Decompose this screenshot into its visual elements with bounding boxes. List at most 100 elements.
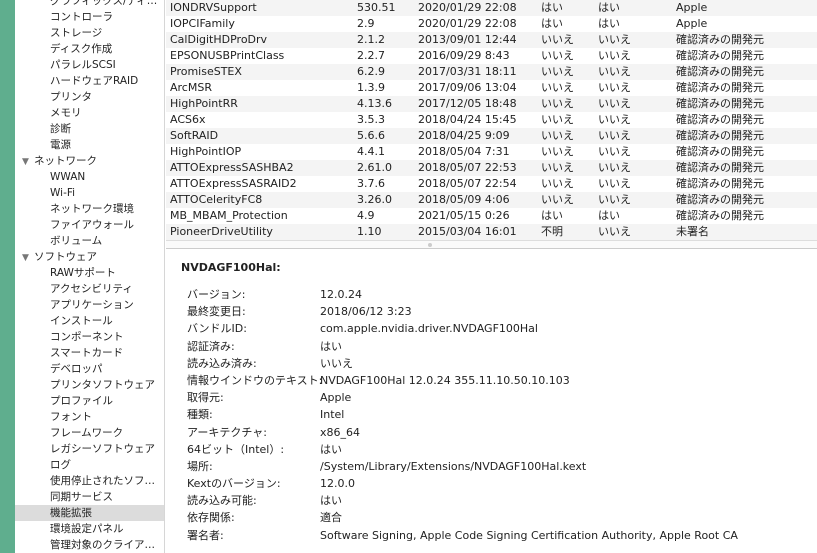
table-cell: いいえ	[598, 113, 631, 126]
detail-title: NVDAGF100Hal:	[181, 261, 281, 274]
sidebar-group[interactable]: ▼ ネットワーク	[15, 153, 164, 169]
sidebar-item[interactable]: プロファイル	[15, 393, 164, 409]
table-row[interactable]: IOPCIFamily 2.9 2020/01/29 22:08 はい はい Apple	[166, 16, 817, 32]
sidebar-item[interactable]: アクセシビリティ	[15, 281, 164, 297]
extensions-table: IONDRVSupport 530.51 2020/01/29 22:08 はい はい A…	[166, 0, 817, 240]
sidebar-item-label: WWAN	[50, 171, 86, 183]
table-cell: いいえ	[541, 49, 574, 62]
sidebar-item[interactable]: 管理対象のクライア…	[15, 537, 164, 553]
sidebar-group[interactable]: ▼ ソフトウェア	[15, 249, 164, 265]
table-cell: CalDigitHDProDrv	[170, 33, 268, 46]
detail-value: Intel	[320, 408, 345, 422]
sidebar-item[interactable]: フレームワーク	[15, 425, 164, 441]
table-row[interactable]: HighPointIOP 4.4.1 2018/05/04 7:31 いいえ いいえ 確認…	[166, 144, 817, 160]
detail-pane: NVDAGF100Hal: バージョン: 12.0.24 最終変更日: 2018/06…	[166, 250, 817, 553]
sidebar-item[interactable]: グラフィックス/ディ…	[15, 0, 164, 9]
sidebar-item-label: フレームワーク	[50, 427, 124, 439]
sidebar-item[interactable]: 機能拡張	[15, 505, 164, 521]
detail-label: 種類:	[187, 408, 213, 422]
sidebar-item-label: プリンタソフトウェア	[50, 379, 155, 391]
sidebar-item[interactable]: 電源	[15, 137, 164, 153]
table-row[interactable]: HighPointRR 4.13.6 2017/12/05 18:48 いいえ いいえ 確…	[166, 96, 817, 112]
table-cell: はい	[541, 1, 563, 14]
sidebar-item[interactable]: Wi-Fi	[15, 185, 164, 201]
sidebar-item[interactable]: スマートカード	[15, 345, 164, 361]
table-row[interactable]: MB_MBAM_Protection 4.9 2021/05/15 0:26 はい はい…	[166, 208, 817, 224]
table-row[interactable]: ATTOExpressSASHBA2 2.61.0 2018/05/07 22:53…	[166, 160, 817, 176]
sidebar-item[interactable]: 環境設定パネル	[15, 521, 164, 537]
table-row[interactable]: CalDigitHDProDrv 2.1.2 2013/09/01 12:44 いいえ…	[166, 32, 817, 48]
sidebar-item[interactable]: 診断	[15, 121, 164, 137]
detail-label: 最終変更日:	[187, 305, 246, 319]
sidebar-item-label: 機能拡張	[50, 507, 92, 519]
sidebar-item[interactable]: 使用停止されたソフ…	[15, 473, 164, 489]
detail-row: 64ビット（Intel）: はい	[187, 441, 807, 458]
sidebar-item[interactable]: ボリューム	[15, 233, 164, 249]
table-cell: 2.9	[357, 17, 375, 30]
sidebar-item[interactable]: ストレージ	[15, 25, 164, 41]
detail-value: NVDAGF100Hal 12.0.24 355.11.10.50.10.103	[320, 373, 570, 387]
sidebar-item[interactable]: パラレルSCSI	[15, 57, 164, 73]
disclosure-triangle-icon[interactable]: ▼	[22, 250, 34, 265]
splitter-handle[interactable]	[428, 243, 432, 247]
sidebar-item[interactable]: インストール	[15, 313, 164, 329]
sidebar-item[interactable]: フォント	[15, 409, 164, 425]
sidebar-item[interactable]: ネットワーク環境	[15, 201, 164, 217]
table-row[interactable]: ATTOCelerityFC8 3.26.0 2018/05/09 4:06 いいえ い…	[166, 192, 817, 208]
sidebar-item[interactable]: RAWサポート	[15, 265, 164, 281]
sidebar-item[interactable]: ファイアウォール	[15, 217, 164, 233]
sidebar-item[interactable]: ハードウェアRAID	[15, 73, 164, 89]
detail-label: 署名者:	[187, 528, 224, 542]
detail-value: 適合	[320, 511, 342, 525]
sidebar-item-label: ソフトウェア	[34, 251, 97, 263]
sidebar-item[interactable]: WWAN	[15, 169, 164, 185]
sidebar-item[interactable]: プリンタ	[15, 89, 164, 105]
sidebar-item-label: RAWサポート	[50, 267, 116, 279]
sidebar-item[interactable]: コントローラ	[15, 9, 164, 25]
table-row[interactable]: ATTOExpressSASRAID2 3.7.6 2018/05/07 22:54…	[166, 176, 817, 192]
table-row[interactable]: ArcMSR 1.3.9 2017/09/06 13:04 いいえ いいえ 確認済みの開発…	[166, 80, 817, 96]
sidebar-item[interactable]: ディスク作成	[15, 41, 164, 57]
detail-value: x86_64	[320, 425, 361, 439]
sidebar-item-label: レガシーソフトウェア	[50, 443, 155, 455]
table-row[interactable]: PioneerDriveUtility 1.10 2015/03/04 16:01 不…	[166, 224, 817, 240]
table-row[interactable]: ACS6x 3.5.3 2018/04/24 15:45 いいえ いいえ 確認済みの開発元	[166, 112, 817, 128]
table-row[interactable]: SoftRAID 5.6.6 2018/04/25 9:09 いいえ いいえ 確認済みの開…	[166, 128, 817, 144]
detail-value: Software Signing, Apple Code Signing Cer…	[320, 528, 738, 542]
sidebar-item-label: コンポーネント	[50, 331, 124, 343]
sidebar-item[interactable]: 同期サービス	[15, 489, 164, 505]
sidebar-item-label: ハードウェアRAID	[50, 75, 139, 87]
sidebar-item[interactable]: コンポーネント	[15, 329, 164, 345]
detail-label: 情報ウインドウのテキスト:	[187, 373, 323, 387]
table-cell: いいえ	[598, 129, 631, 142]
table-cell: いいえ	[598, 225, 631, 238]
table-cell: HighPointRR	[170, 97, 238, 110]
table-cell: 6.2.9	[357, 65, 385, 78]
table-cell: 確認済みの開発元	[676, 65, 764, 78]
sidebar-item-label: 診断	[50, 123, 71, 135]
table-cell: 2017/12/05 18:48	[418, 97, 517, 110]
pane-splitter[interactable]	[166, 240, 817, 249]
table-row[interactable]: PromiseSTEX 6.2.9 2017/03/31 18:11 いいえ いいえ 確認…	[166, 64, 817, 80]
table-cell: PromiseSTEX	[170, 65, 242, 78]
table-cell: いいえ	[541, 177, 574, 190]
sidebar-item[interactable]: デベロッパ	[15, 361, 164, 377]
sidebar-item[interactable]: レガシーソフトウェア	[15, 441, 164, 457]
table-cell: いいえ	[598, 161, 631, 174]
sidebar-item[interactable]: メモリ	[15, 105, 164, 121]
table-cell: 2018/04/24 15:45	[418, 113, 517, 126]
table-cell: SoftRAID	[170, 129, 219, 142]
disclosure-triangle-icon[interactable]: ▼	[22, 154, 34, 169]
table-cell: ACS6x	[170, 113, 206, 126]
sidebar-item[interactable]: ログ	[15, 457, 164, 473]
table-row[interactable]: EPSONUSBPrintClass 2.2.7 2016/09/29 8:43 いい…	[166, 48, 817, 64]
sidebar-item[interactable]: プリンタソフトウェア	[15, 377, 164, 393]
table-cell: 未署名	[676, 225, 709, 238]
table-row[interactable]: IONDRVSupport 530.51 2020/01/29 22:08 はい はい A…	[166, 0, 817, 16]
table-cell: いいえ	[598, 81, 631, 94]
sidebar-item[interactable]: アプリケーション	[15, 297, 164, 313]
sidebar-item-label: スマートカード	[50, 347, 124, 359]
detail-value: はい	[320, 442, 342, 456]
detail-row: 情報ウインドウのテキスト: NVDAGF100Hal 12.0.24 355.11…	[187, 372, 807, 389]
detail-value: Apple	[320, 391, 352, 405]
